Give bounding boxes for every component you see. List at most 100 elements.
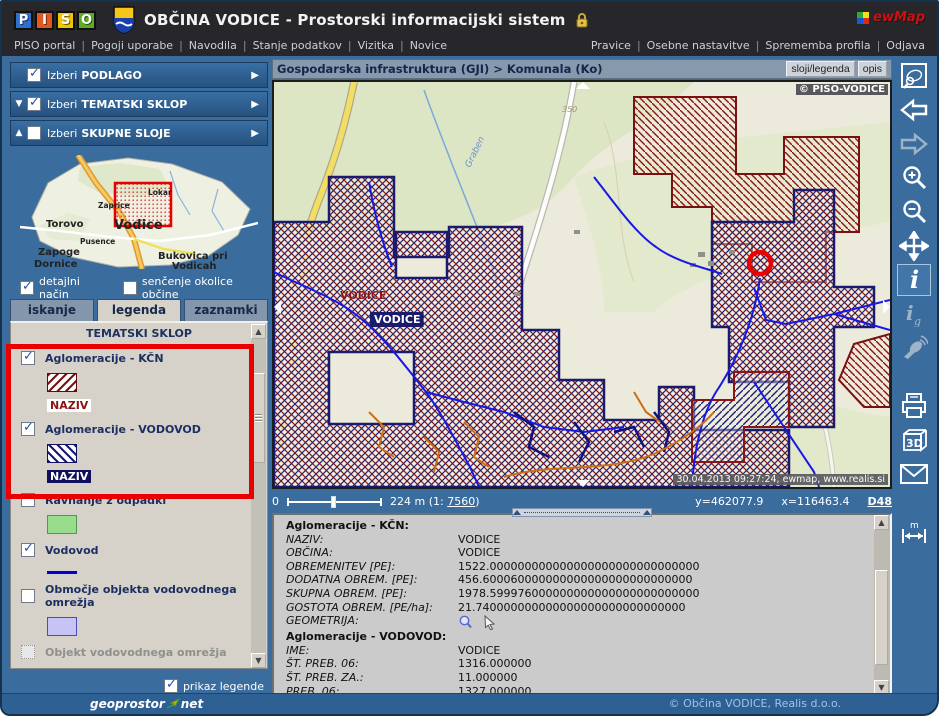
legend-scrollbar[interactable]: ▲ ▼ bbox=[251, 324, 266, 668]
menu-separator: | bbox=[873, 39, 885, 56]
scroll-down-icon[interactable]: ▼ bbox=[251, 653, 266, 668]
legend-item-checkbox[interactable] bbox=[21, 645, 35, 659]
accordion-checkbox[interactable] bbox=[27, 97, 41, 111]
menu-item-pogoji-uporabe[interactable]: Pogoji uporabe bbox=[89, 39, 175, 56]
accordion-podlago[interactable]: IzberiPODLAGO▶ bbox=[10, 62, 268, 88]
map-timestamp-watermark: 30.04.2013 09:27:24, ewmap, www.realis.s… bbox=[673, 474, 888, 485]
layers-legend-button[interactable]: sloji/legenda bbox=[786, 61, 854, 77]
map-viewport[interactable]: VODICEVODICEGraben350 © PISO-VODICE 30.0… bbox=[272, 80, 892, 489]
back-button[interactable] bbox=[897, 94, 931, 126]
collapse-up-icon[interactable] bbox=[576, 82, 590, 89]
accordion-checkbox[interactable] bbox=[27, 126, 41, 140]
legend-item-checkbox[interactable] bbox=[21, 422, 35, 436]
menu-item-navodila[interactable]: Navodila bbox=[187, 39, 239, 56]
gps-icon bbox=[900, 335, 928, 361]
3d-icon: 3D bbox=[899, 426, 929, 454]
minimap-option: detajlni način bbox=[20, 275, 109, 301]
panel-resize-handle[interactable] bbox=[512, 508, 652, 517]
mail-button[interactable] bbox=[897, 458, 931, 490]
accordion-skupne-sloje[interactable]: ▲IzberiSKUPNE SLOJE▶ bbox=[10, 120, 268, 146]
chevron-right-icon[interactable]: ▶ bbox=[251, 99, 259, 110]
legend-item-checkbox[interactable] bbox=[21, 543, 35, 557]
show-legend-checkbox[interactable] bbox=[164, 679, 178, 693]
scroll-up-icon[interactable]: ▲ bbox=[874, 515, 889, 530]
info-field-value: VODICE bbox=[458, 546, 500, 560]
info-section-title: Aglomeracije - VODOVOD: bbox=[286, 630, 890, 644]
lock-icon bbox=[574, 12, 590, 28]
info-field-value: 11.000000 bbox=[458, 671, 518, 685]
legend-item-checkbox[interactable] bbox=[21, 351, 35, 365]
menu-item-pravice[interactable]: Pravice bbox=[589, 39, 633, 56]
zoom-out-icon bbox=[900, 198, 928, 226]
info-field-value: VODICE bbox=[458, 644, 500, 658]
pan-button[interactable] bbox=[897, 230, 931, 262]
forward-button[interactable] bbox=[897, 128, 931, 160]
scroll-thumb[interactable] bbox=[875, 570, 888, 665]
menu-item-vizitka[interactable]: Vizitka bbox=[356, 39, 396, 56]
tab-legenda[interactable]: legenda bbox=[97, 299, 181, 321]
coordinate-y: y=462077.9 bbox=[695, 495, 763, 508]
menu-item-novice[interactable]: Novice bbox=[408, 39, 449, 56]
menu-item-osebne-nastavitve[interactable]: Osebne nastavitve bbox=[645, 39, 752, 56]
view-3d-button[interactable]: 3D bbox=[897, 424, 931, 456]
menu-item-odjava[interactable]: Odjava bbox=[884, 39, 927, 56]
scale-slider-thumb[interactable] bbox=[331, 496, 336, 508]
chevron-right-icon[interactable]: ▶ bbox=[251, 128, 259, 139]
scale-link[interactable]: 7560 bbox=[447, 495, 475, 508]
info-icon: i bbox=[903, 267, 925, 293]
minimap-place-label: Zapoge bbox=[38, 247, 80, 258]
zoom-out-button[interactable] bbox=[897, 196, 931, 228]
option-checkbox[interactable] bbox=[123, 281, 137, 295]
accordion-checkbox[interactable] bbox=[27, 68, 41, 82]
print-button[interactable] bbox=[897, 390, 931, 422]
datum-link[interactable]: D48 bbox=[868, 495, 892, 508]
zoom-to-geometry-icon[interactable] bbox=[458, 615, 473, 630]
minimap-place-label: Torovo bbox=[46, 219, 84, 230]
piso-logo[interactable]: PISO bbox=[14, 11, 96, 30]
legend-item-checkbox[interactable] bbox=[21, 589, 35, 603]
info-row: ŠT. PREB. 06:1316.000000 bbox=[286, 657, 890, 671]
collapse-right-icon[interactable] bbox=[883, 300, 890, 314]
legend-item-label: Objekt vodovodnega omrežja bbox=[45, 646, 227, 659]
scroll-thumb[interactable] bbox=[252, 373, 265, 463]
legend-item-checkbox[interactable] bbox=[21, 493, 35, 507]
map-canvas[interactable]: VODICEVODICEGraben350 bbox=[274, 82, 890, 487]
legend-item: Objekt vodovodnega omrežja bbox=[21, 645, 243, 659]
accordion-expand-icon[interactable]: ▲ bbox=[11, 128, 27, 138]
minimap-option: senčenje okolice občine bbox=[123, 275, 266, 301]
legend-item-label: Aglomeracije - VODOVOD bbox=[45, 423, 201, 436]
gps-button[interactable] bbox=[897, 332, 931, 364]
tab-zaznamki[interactable]: zaznamki bbox=[184, 299, 268, 321]
geoprostor-logo[interactable]: geoprostor net bbox=[90, 697, 203, 711]
info-gurs-button[interactable]: ig bbox=[897, 298, 931, 330]
accordion-tematski-sklop[interactable]: ▼IzberiTEMATSKI SKLOP▶ bbox=[10, 91, 268, 117]
description-button[interactable]: opis bbox=[858, 61, 887, 77]
menu-item-piso-portal[interactable]: PISO portal bbox=[12, 39, 77, 56]
full-extent-button[interactable] bbox=[897, 60, 931, 92]
accordion-expand-icon[interactable]: ▼ bbox=[11, 99, 27, 109]
zoom-in-button[interactable] bbox=[897, 162, 931, 194]
select-geometry-icon[interactable] bbox=[483, 615, 496, 630]
info-button[interactable]: i bbox=[897, 264, 931, 296]
menu-right: Pravice|Osebne nastavitve|Sprememba prof… bbox=[589, 39, 927, 56]
option-checkbox[interactable] bbox=[20, 281, 34, 295]
scroll-up-icon[interactable]: ▲ bbox=[251, 324, 266, 339]
collapse-left-icon[interactable] bbox=[274, 300, 281, 314]
info-row: OBČINA:VODICE bbox=[286, 546, 890, 560]
overview-minimap[interactable]: LokarZapriceVodiceTorovoPusenceZapogeDor… bbox=[20, 155, 258, 269]
tab-iskanje[interactable]: iskanje bbox=[10, 299, 94, 321]
menu-item-sprememba-profila[interactable]: Sprememba profila bbox=[763, 39, 872, 56]
measure-button[interactable]: m bbox=[897, 516, 931, 548]
menu-item-stanje-podatkov[interactable]: Stanje podatkov bbox=[251, 39, 344, 56]
forward-arrow-icon bbox=[899, 131, 929, 157]
menu-bar: PISO portal|Pogoji uporabe|Navodila|Stan… bbox=[2, 38, 937, 56]
collapse-down-icon[interactable] bbox=[576, 480, 590, 487]
info-scrollbar[interactable]: ▲ ▼ bbox=[874, 515, 890, 695]
menu-separator: | bbox=[344, 39, 356, 56]
svg-text:g: g bbox=[914, 315, 921, 327]
legend-list: Aglomeracije - KČNNAZIVAglomeracije - VO… bbox=[11, 340, 251, 659]
info-field-value: 456.600060000000000000000000000000 bbox=[458, 573, 692, 587]
chevron-right-icon[interactable]: ▶ bbox=[251, 70, 259, 81]
legend-item: Območje objekta vodovodnega omrežja bbox=[21, 583, 243, 609]
scale-slider[interactable] bbox=[287, 495, 382, 508]
